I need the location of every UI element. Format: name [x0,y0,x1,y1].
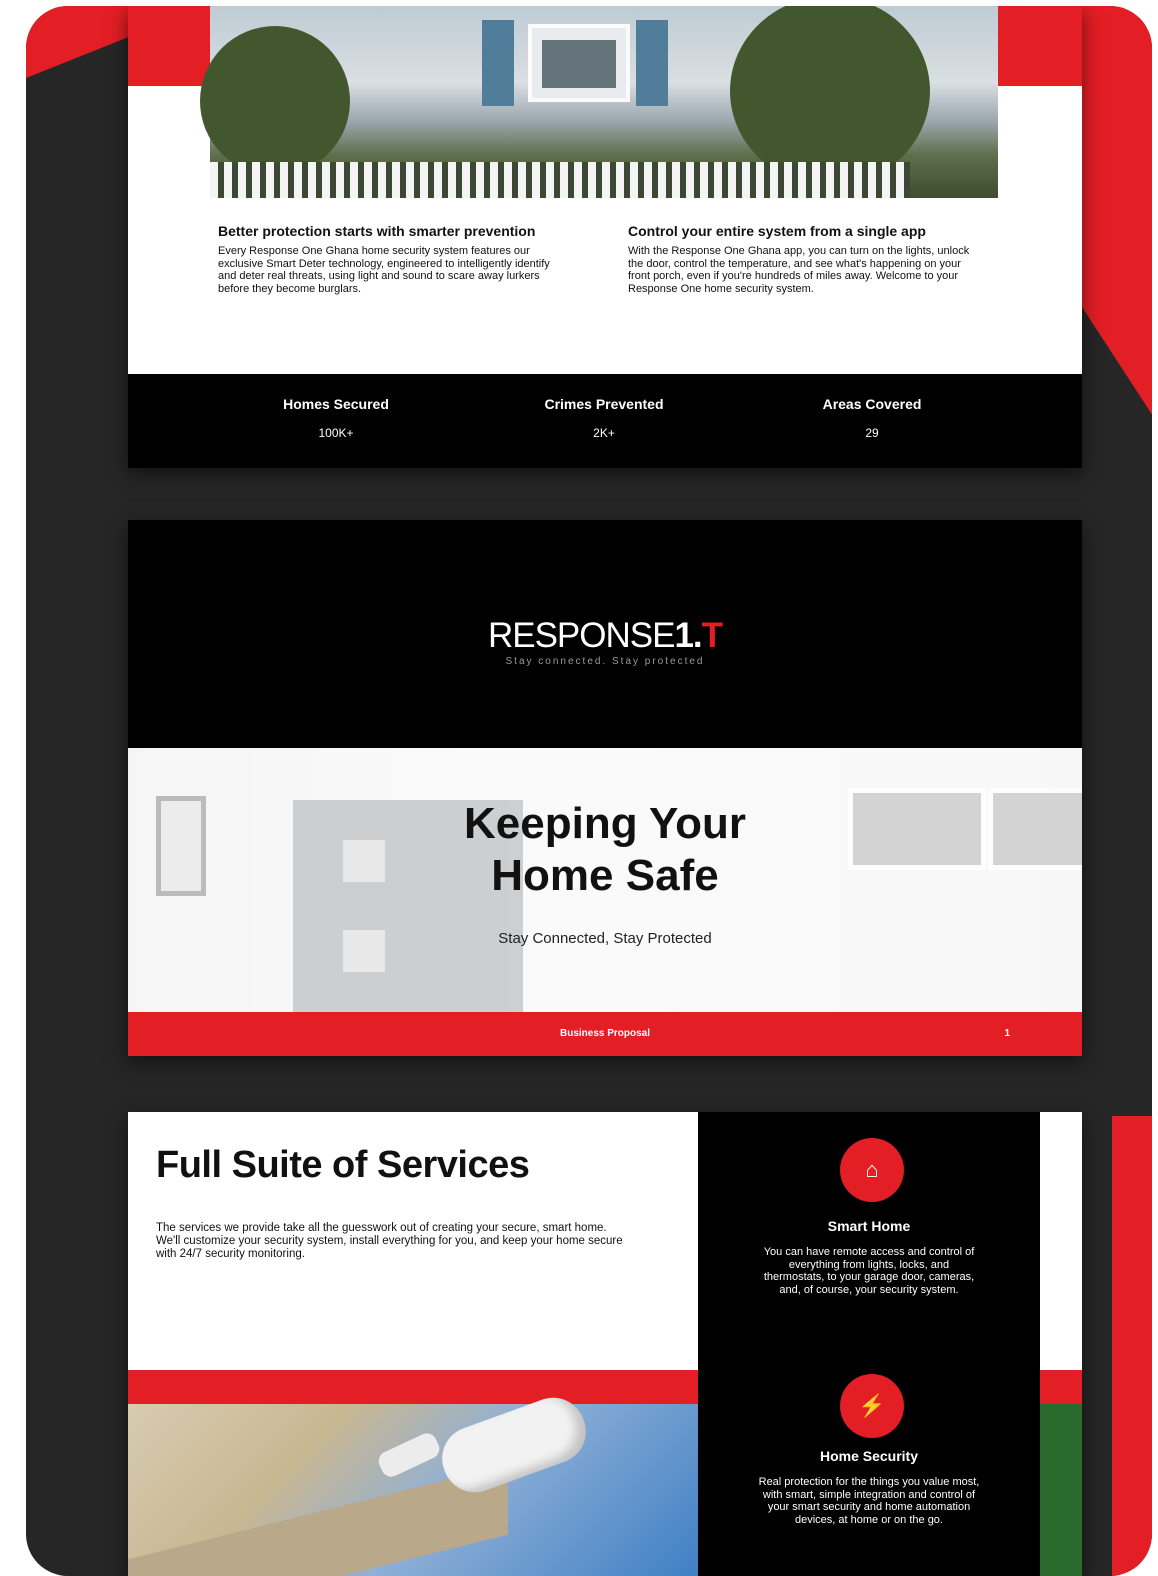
window-shutter [482,20,514,106]
footer-label: Business Proposal [559,1028,651,1039]
stat-value: 2K+ [593,426,615,440]
stat-label: Areas Covered [822,396,922,412]
service-description: You can have remote access and control o… [763,1246,975,1296]
slide-footer: Business Proposal 1 [128,1012,1082,1056]
stat-homes-secured: Homes Secured 100K+ [236,396,436,440]
app-control-column: Control your entire system from a single… [628,224,978,295]
stats-bar: Homes Secured 100K+ Crimes Prevented 2K+… [128,374,1082,468]
logo-name: RESPONSE [487,616,675,655]
services-panel: ⌂ Smart Home You can have remote access … [698,1112,1040,1576]
app-control-text: With the Response One Ghana app, you can… [628,245,970,295]
picket-fence [210,162,910,198]
app-control-heading: Control your entire system from a single… [628,223,926,239]
service-title: Home Security [819,1448,919,1464]
hero-title-line2: Home Safe [491,851,719,900]
stat-value: 100K+ [318,426,354,440]
tree-shape [730,6,930,186]
protection-column: Better protection starts with smarter pr… [218,224,568,295]
slide-services: Full Suite of Services The services we p… [128,1112,1082,1576]
response-logo: RESPONSE1.T Stay connected. Stay protect… [128,616,1082,667]
stat-areas-covered: Areas Covered 29 [772,396,972,440]
service-title: Smart Home [827,1218,911,1234]
stat-label: Crimes Prevented [544,396,664,412]
house-photo [200,6,998,198]
hero-section: Keeping Your Home Safe Stay Connected, S… [128,748,1082,1012]
red-accent-bottom-right [1112,1116,1152,1576]
stat-crimes-prevented: Crimes Prevented 2K+ [504,396,704,440]
slide-protection-stats: Better protection starts with smarter pr… [128,6,1082,468]
tree-shape [200,26,350,176]
slide-cover: RESPONSE1.T Stay connected. Stay protect… [128,520,1082,1056]
hero-subtitle: Stay Connected, Stay Protected [498,930,712,947]
showcase-frame: Better protection starts with smarter pr… [26,6,1152,1576]
house-window [528,24,630,102]
stat-value: 29 [865,426,879,440]
page-number: 1 [1004,1028,1010,1039]
logo-wordmark: RESPONSE1.T [128,616,1082,656]
plug-icon: ⚡ [840,1374,904,1438]
home-icon: ⌂ [840,1138,904,1202]
hero-title-line1: Keeping Your [464,799,746,848]
service-description: Real protection for the things you value… [758,1476,980,1526]
window-shutter [636,20,668,106]
hero-title: Keeping Your Home Safe [128,798,1082,902]
stat-label: Homes Secured [283,396,389,412]
logo-tagline: Stay connected. Stay protected [505,656,705,667]
protection-text: Every Response One Ghana home security s… [218,245,550,295]
logo-t-mark: T [701,616,723,655]
logo-one: 1. [674,616,702,655]
services-title: Full Suite of Services [156,1144,530,1186]
protection-heading: Better protection starts with smarter pr… [218,223,536,239]
greenery-photo [1040,1404,1082,1576]
services-description: The services we provide take all the gue… [156,1222,623,1260]
